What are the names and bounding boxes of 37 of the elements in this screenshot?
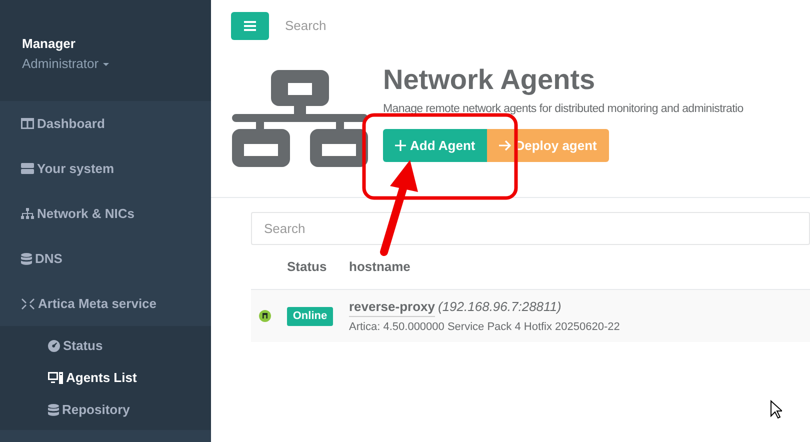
plus-icon (395, 140, 406, 152)
database-icon (21, 252, 32, 264)
user-name: Manager (22, 35, 76, 53)
agent-icon (259, 310, 271, 322)
submenu-item[interactable]: Agents List (0, 362, 211, 394)
database-icon (48, 404, 59, 416)
gauge-icon (48, 340, 60, 352)
panel-icon (21, 118, 34, 129)
server-icon (21, 163, 34, 174)
page-title: Network Agents (383, 64, 596, 96)
menu-icon (244, 21, 256, 31)
column-header: Status (287, 258, 328, 276)
caret-icon (102, 62, 109, 66)
desktop-icon (48, 372, 63, 384)
menu-item[interactable]: DNS (0, 236, 211, 281)
sitemap-icon (21, 208, 34, 219)
page-subtitle: Manage remote network agents for distributed monitoring and administratio (383, 102, 744, 117)
add-agent-button[interactable]: Add Agent (383, 129, 488, 162)
agent-version: Artica: 4.50.000000 Service Pack 4 Hotfix 20250620-22 (349, 320, 620, 335)
column-header: hostname (349, 258, 410, 276)
submenu-item[interactable]: Repository (0, 394, 211, 426)
cursor-icon (770, 400, 782, 419)
menu-item[interactable]: Your system (0, 146, 211, 191)
hostname-link[interactable]: reverse-proxy (349, 296, 435, 317)
table-search-field[interactable]: Search (251, 212, 810, 245)
submenu-item[interactable]: Status (0, 330, 211, 362)
arrow-icon (499, 140, 512, 152)
network-icon (232, 70, 368, 170)
menu-item[interactable]: Dashboard (0, 101, 211, 146)
role-dropdown[interactable]: Administrator (22, 54, 109, 73)
menu-button[interactable] (231, 12, 269, 40)
menu-item[interactable]: Network & NICs (0, 191, 211, 236)
menu-item[interactable]: Artica Meta service (0, 281, 211, 326)
search-field[interactable]: Search (285, 16, 485, 36)
arrows-icon (21, 298, 35, 310)
status-badge: Online (287, 306, 333, 326)
agent-address: (192.168.96.7:28811) (438, 298, 562, 316)
